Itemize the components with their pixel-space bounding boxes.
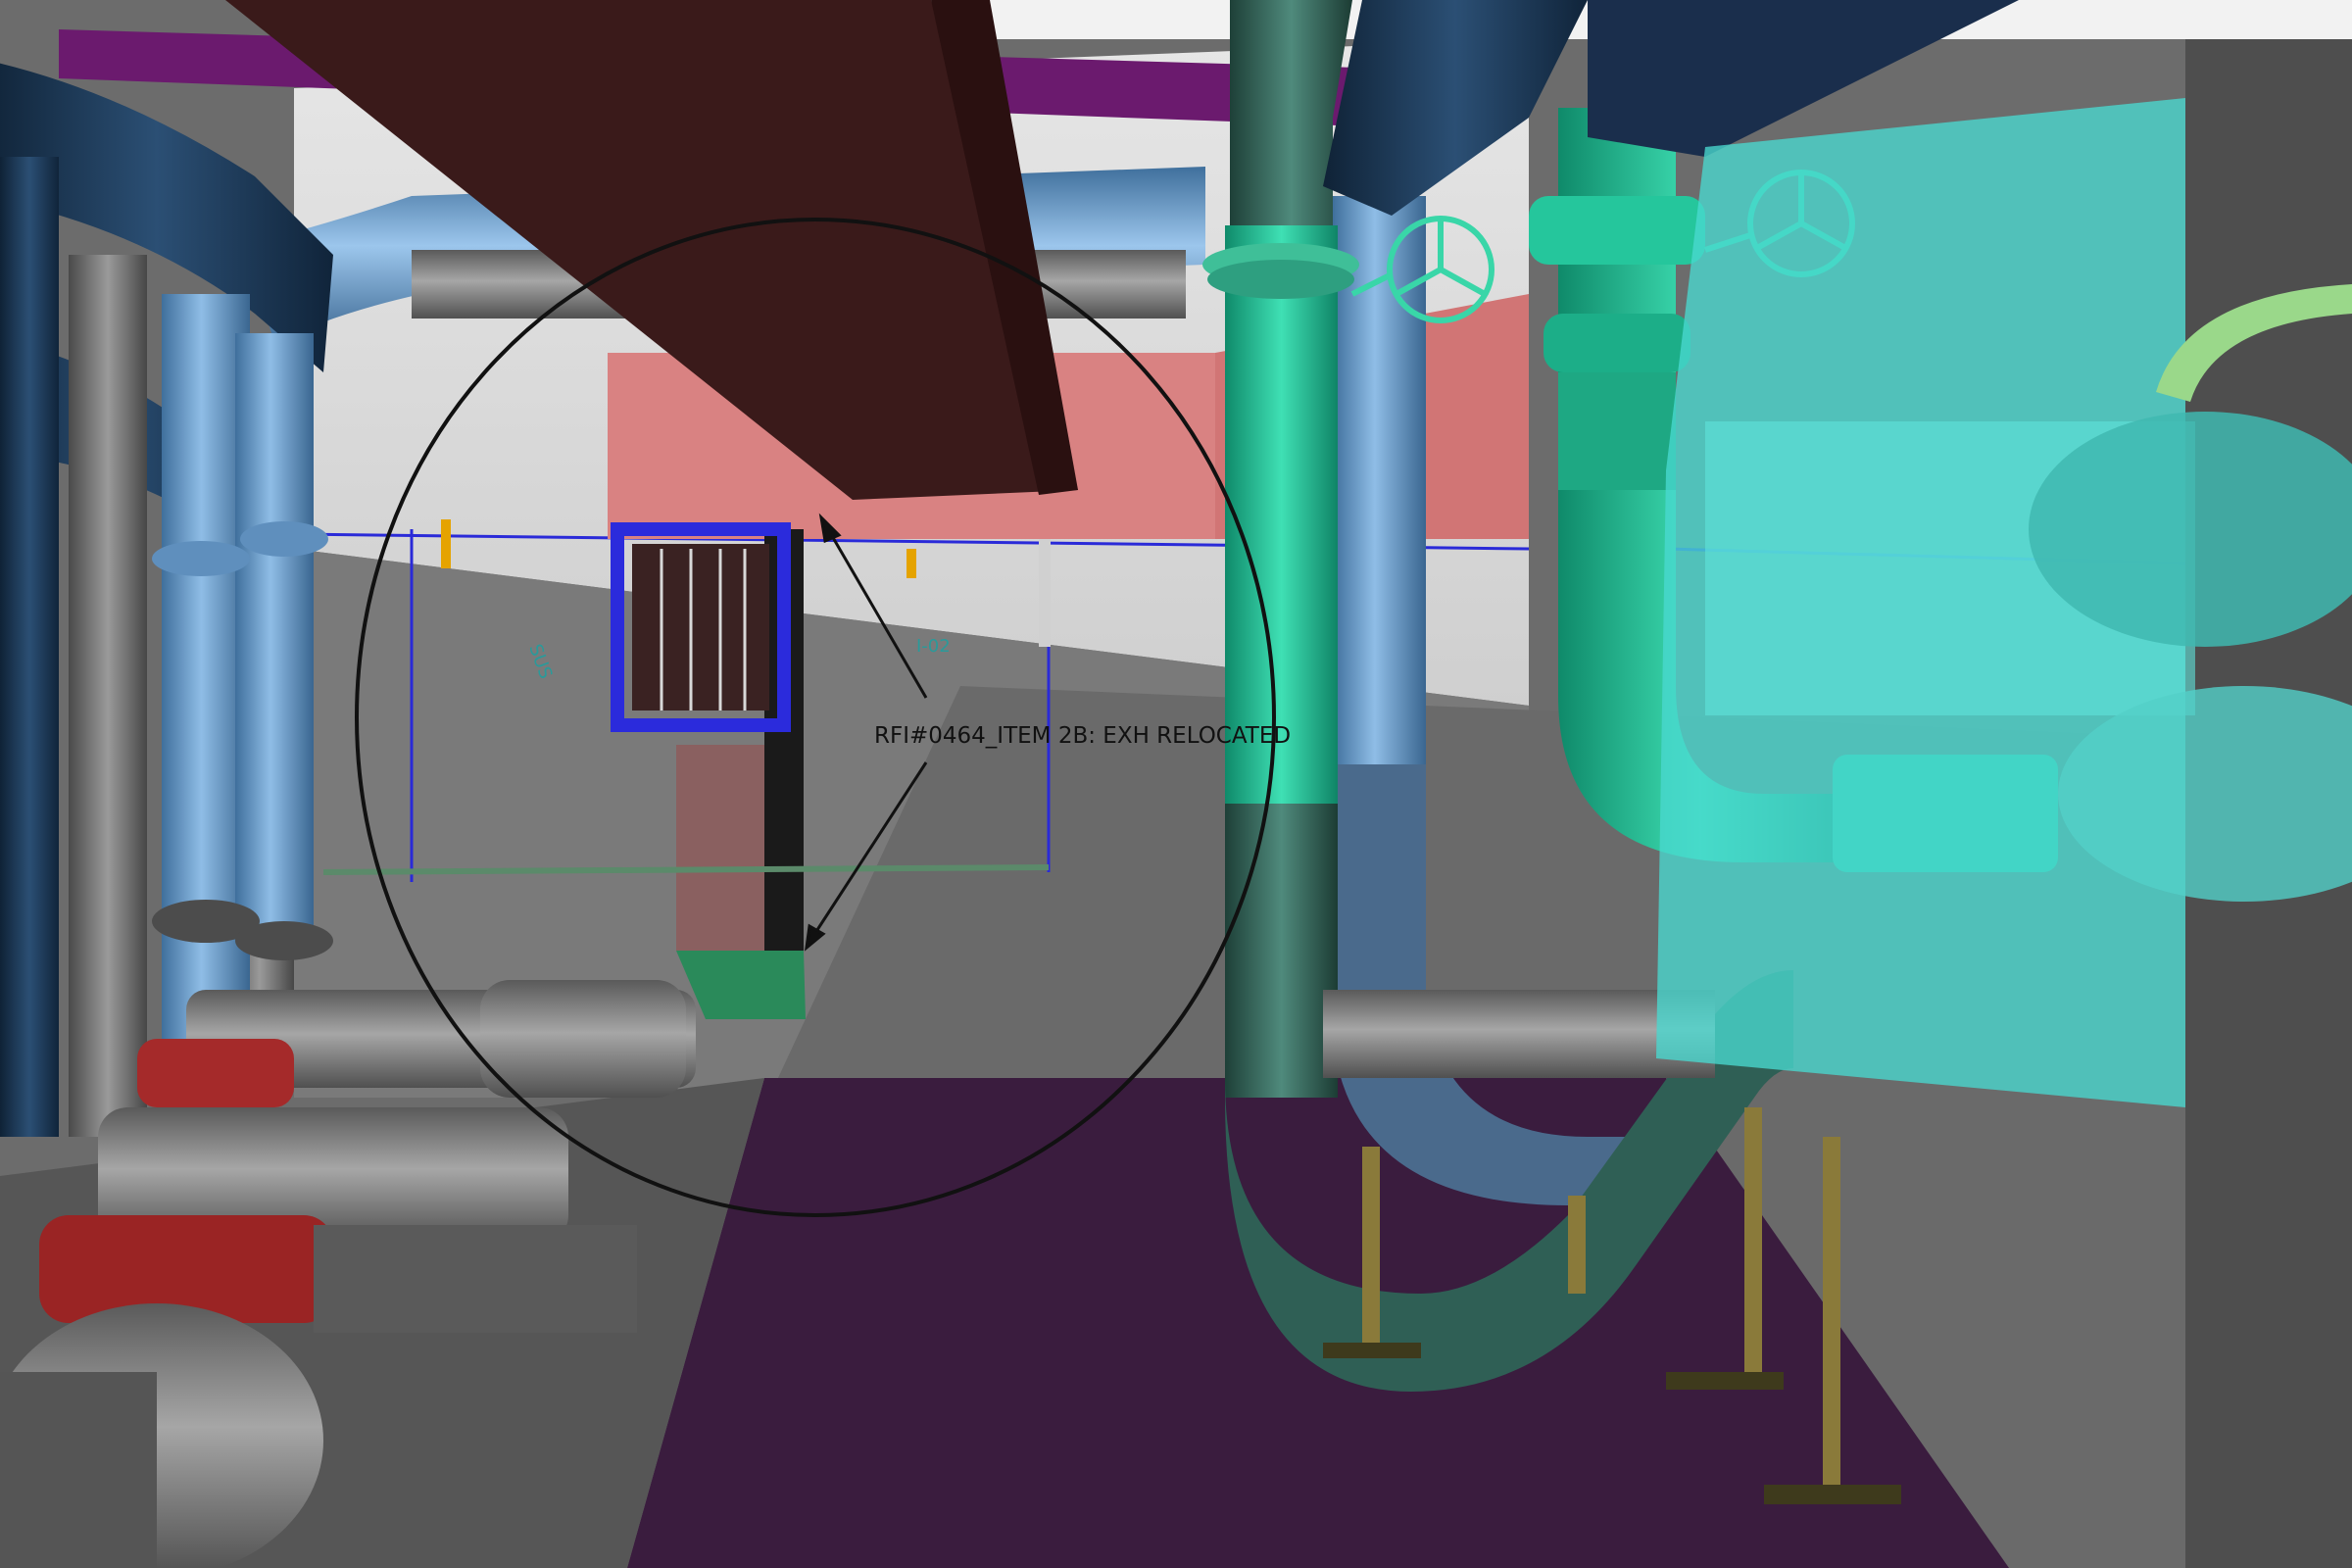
teal-valve-body: [1558, 372, 1676, 490]
gray-pipe-center: [1323, 990, 1715, 1078]
model-viewport[interactable]: I-02 SUS RFI#0464_ITEM 2B: EXH RELOCATED: [0, 0, 2352, 1568]
riser-flange: [152, 541, 250, 576]
teal-flange: [1207, 260, 1354, 299]
3d-scene[interactable]: I-02 SUS: [0, 0, 2352, 1568]
dark-teal-riser: [1225, 804, 1338, 1098]
hanger-tag: [906, 549, 916, 578]
hanger-rod: [1039, 539, 1051, 647]
riser-flange: [235, 921, 333, 960]
annotation-tag: I-02: [916, 636, 951, 657]
navy-riser-left: [0, 157, 59, 1137]
blue-riser-2: [235, 333, 314, 941]
exhaust-grille: [632, 544, 769, 710]
pump-motor-3-body: [0, 1372, 157, 1568]
pump-volute-red-2: [137, 1039, 294, 1107]
pump-base: [314, 1225, 637, 1333]
teal-strainer: [1544, 314, 1690, 372]
pump-motor-1-end: [480, 980, 686, 1098]
riser-flange: [240, 521, 328, 557]
markup-label[interactable]: RFI#0464_ITEM 2B: EXH RELOCATED: [874, 723, 1291, 749]
teal-strainer: [1529, 196, 1705, 265]
gray-riser-1: [69, 255, 147, 1137]
hanger-tag: [441, 519, 451, 568]
